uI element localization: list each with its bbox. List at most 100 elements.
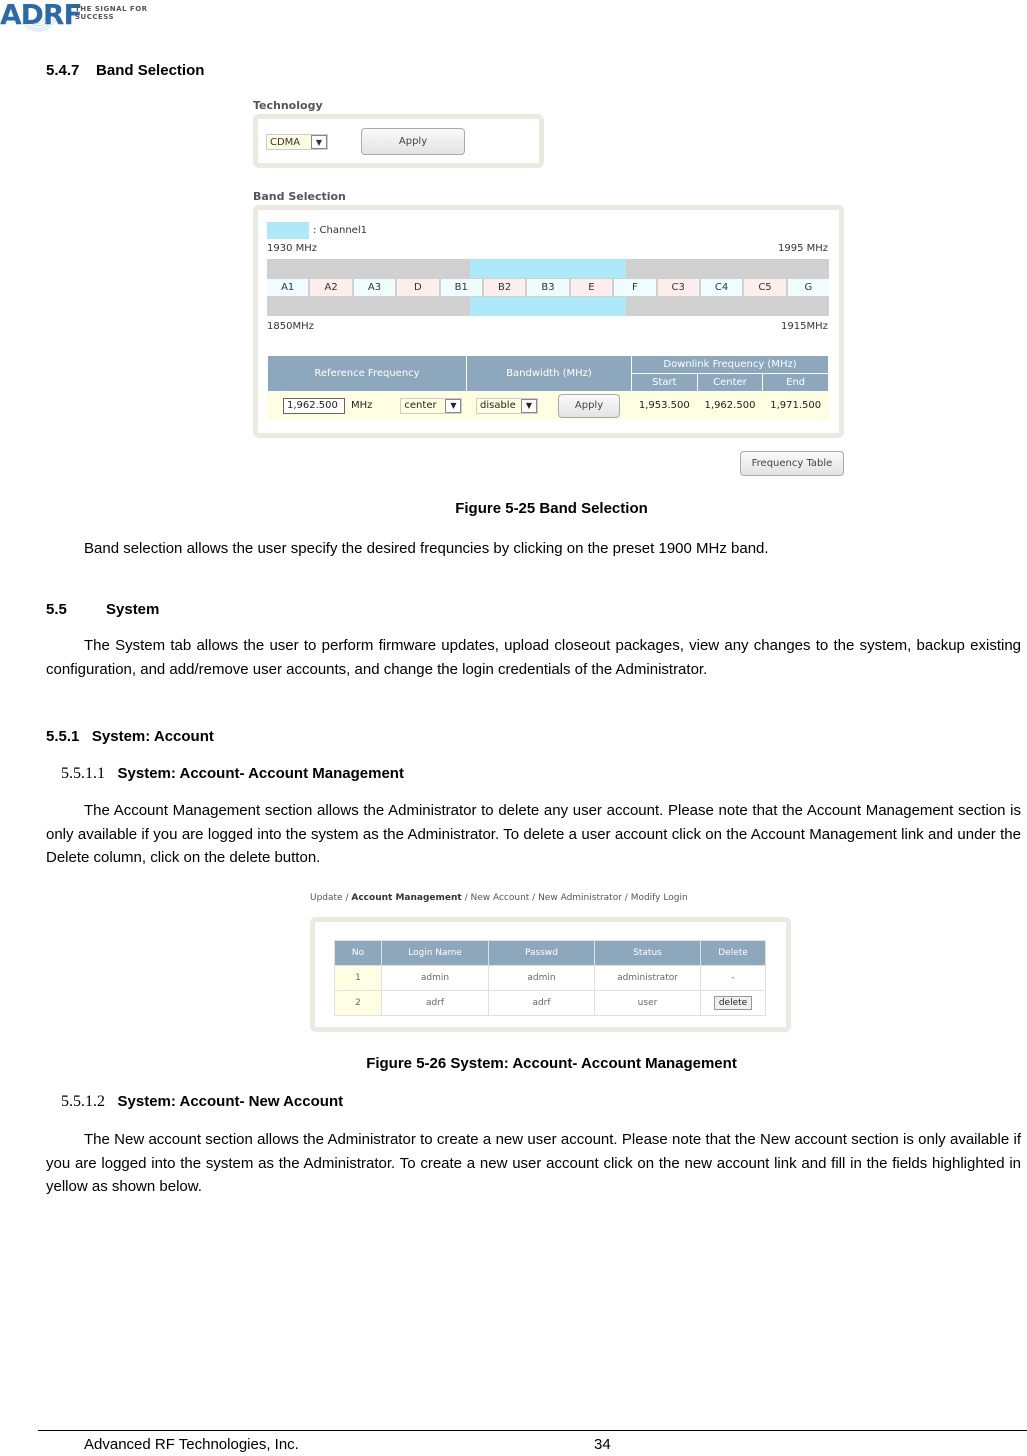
bandwidth-cell: disable ▼ Apply <box>466 391 632 420</box>
col-reference-frequency: Reference Frequency <box>267 355 467 392</box>
downlink-start-value: 1,953.500 <box>631 391 698 420</box>
logo-wordmark: ADRF <box>0 0 83 31</box>
col-passwd: Passwd <box>488 940 595 966</box>
system-paragraph: The System tab allows the user to perfor… <box>46 634 1021 681</box>
bandwidth-select[interactable]: disable ▼ <box>476 397 538 414</box>
position-select-value: center <box>404 400 437 411</box>
company-logo: ADRF THE SIGNAL FOR SUCCESS <box>0 0 180 36</box>
reference-unit: MHz <box>351 400 373 411</box>
col-no: No <box>334 940 382 966</box>
channel1-legend-label: : Channel1 <box>313 225 367 236</box>
top-right-frequency-label: 1995 MHz <box>778 243 829 254</box>
reference-frequency-cell: 1,962.500 MHz center ▼ <box>267 391 467 420</box>
technology-select-value: CDMA <box>270 136 301 148</box>
col-delete: Delete <box>700 940 766 966</box>
channel1-legend-swatch <box>267 222 309 239</box>
chevron-down-icon: ▼ <box>521 398 537 413</box>
account-table: No Login Name Passwd Status Delete 1 adm… <box>334 940 766 1016</box>
row-delete: - <box>700 965 766 991</box>
row-delete-cell: delete <box>700 990 766 1016</box>
section-number: 5.5.1.1 <box>61 765 105 782</box>
downlink-band-bar <box>267 259 829 278</box>
band-cell-c5[interactable]: C5 <box>744 279 786 296</box>
band-cell-b3[interactable]: B3 <box>527 279 569 296</box>
paragraph-text: The New account section allows the Admin… <box>46 1131 1021 1195</box>
band-cells-row: A1 A2 A3 D B1 B2 B3 E F C3 C4 C5 G <box>267 278 830 297</box>
col-status: Status <box>594 940 701 966</box>
new-account-paragraph: The New account section allows the Admin… <box>46 1128 1021 1199</box>
section-heading-5-5: 5.5 System <box>46 601 159 618</box>
nav-separator: / <box>529 893 539 903</box>
nav-link-update[interactable]: Update <box>310 893 343 903</box>
page-number: 34 <box>594 1436 611 1453</box>
section-title: System: Account- Account Management <box>117 765 404 782</box>
row-passwd: admin <box>488 965 595 991</box>
section-title: System: Account- New Account <box>117 1093 344 1110</box>
table-row: 1,962.500 MHz center ▼ disable ▼ Apply 1… <box>267 391 829 420</box>
chevron-down-icon: ▼ <box>311 135 327 149</box>
band-cell-b2[interactable]: B2 <box>483 279 526 296</box>
section-title: Band Selection <box>96 62 205 79</box>
col-end: End <box>762 373 829 392</box>
row-status: administrator <box>594 965 701 991</box>
section-heading-5-5-1-1: 5.5.1.1 System: Account- Account Managem… <box>61 765 404 783</box>
band-cell-c3[interactable]: C3 <box>657 279 699 296</box>
band-cell-e[interactable]: E <box>570 279 613 296</box>
section-number: 5.5 <box>46 601 67 618</box>
section-number: 5.5.1.2 <box>61 1093 105 1110</box>
row-status: user <box>594 990 701 1016</box>
band-cell-b1[interactable]: B1 <box>440 279 482 296</box>
col-center: Center <box>696 373 764 392</box>
uplink-band-bar <box>267 297 829 316</box>
band-cell-a3[interactable]: A3 <box>353 279 396 296</box>
section-number: 5.5.1 <box>46 728 80 745</box>
system-nav: Update / Account Management / New Accoun… <box>310 893 688 903</box>
footer-divider <box>38 1430 1027 1431</box>
figure-5-26-caption: Figure 5-26 System: Account- Account Man… <box>366 1055 737 1072</box>
top-left-frequency-label: 1930 MHz <box>267 243 318 254</box>
paragraph-text: Band selection allows the user specify t… <box>84 540 769 557</box>
row-no: 1 <box>334 965 382 991</box>
band-cell-g[interactable]: G <box>787 279 830 296</box>
col-login-name: Login Name <box>381 940 489 966</box>
chevron-down-icon: ▼ <box>445 398 462 413</box>
downlink-channel-highlight <box>470 259 626 278</box>
nav-link-account-management[interactable]: Account Management <box>351 893 461 903</box>
paragraph-text: The Account Management section allows th… <box>46 802 1021 866</box>
downlink-center-value: 1,962.500 <box>696 391 764 420</box>
position-select[interactable]: center ▼ <box>400 397 463 414</box>
technology-select[interactable]: CDMA ▼ <box>266 134 328 150</box>
delete-button[interactable]: delete <box>713 996 753 1010</box>
nav-link-modify-login[interactable]: Modify Login <box>631 893 688 903</box>
table-row: 1 admin admin administrator - <box>334 965 766 991</box>
band-frequency-table: Reference Frequency Bandwidth (MHz) Down… <box>267 355 829 420</box>
band-cell-c4[interactable]: C4 <box>700 279 743 296</box>
reference-frequency-input[interactable]: 1,962.500 <box>283 397 345 414</box>
section-title: System <box>106 601 160 618</box>
bandwidth-apply-button[interactable]: Apply <box>558 393 620 418</box>
section-heading-5-4-7: 5.4.7 Band Selection <box>46 62 204 79</box>
band-cell-f[interactable]: F <box>614 279 656 296</box>
bottom-right-frequency-label: 1915MHz <box>781 321 828 332</box>
row-login: adrf <box>381 990 489 1016</box>
section-heading-5-5-1-2: 5.5.1.2 System: Account- New Account <box>61 1093 343 1111</box>
band-cell-a2[interactable]: A2 <box>310 279 352 296</box>
band-cell-a1[interactable]: A1 <box>267 279 309 296</box>
section-number: 5.4.7 <box>46 62 80 79</box>
frequency-table-button[interactable]: Frequency Table <box>740 451 844 476</box>
row-login: admin <box>381 965 489 991</box>
technology-title: Technology <box>253 99 323 112</box>
section-heading-5-5-1: 5.5.1 System: Account <box>46 728 214 745</box>
account-management-paragraph: The Account Management section allows th… <box>46 799 1021 870</box>
section-title: System: Account <box>91 728 214 745</box>
logo-tagline: THE SIGNAL FOR SUCCESS <box>75 5 148 21</box>
technology-apply-button[interactable]: Apply <box>361 128 465 155</box>
row-passwd: adrf <box>488 990 595 1016</box>
col-start: Start <box>631 373 698 392</box>
nav-link-new-administrator[interactable]: New Administrator <box>538 893 622 903</box>
band-cell-d[interactable]: D <box>397 279 439 296</box>
bandwidth-select-value: disable <box>480 400 516 411</box>
footer-company: Advanced RF Technologies, Inc. <box>84 1436 299 1453</box>
nav-link-new-account[interactable]: New Account <box>470 893 529 903</box>
nav-separator: / <box>621 893 631 903</box>
